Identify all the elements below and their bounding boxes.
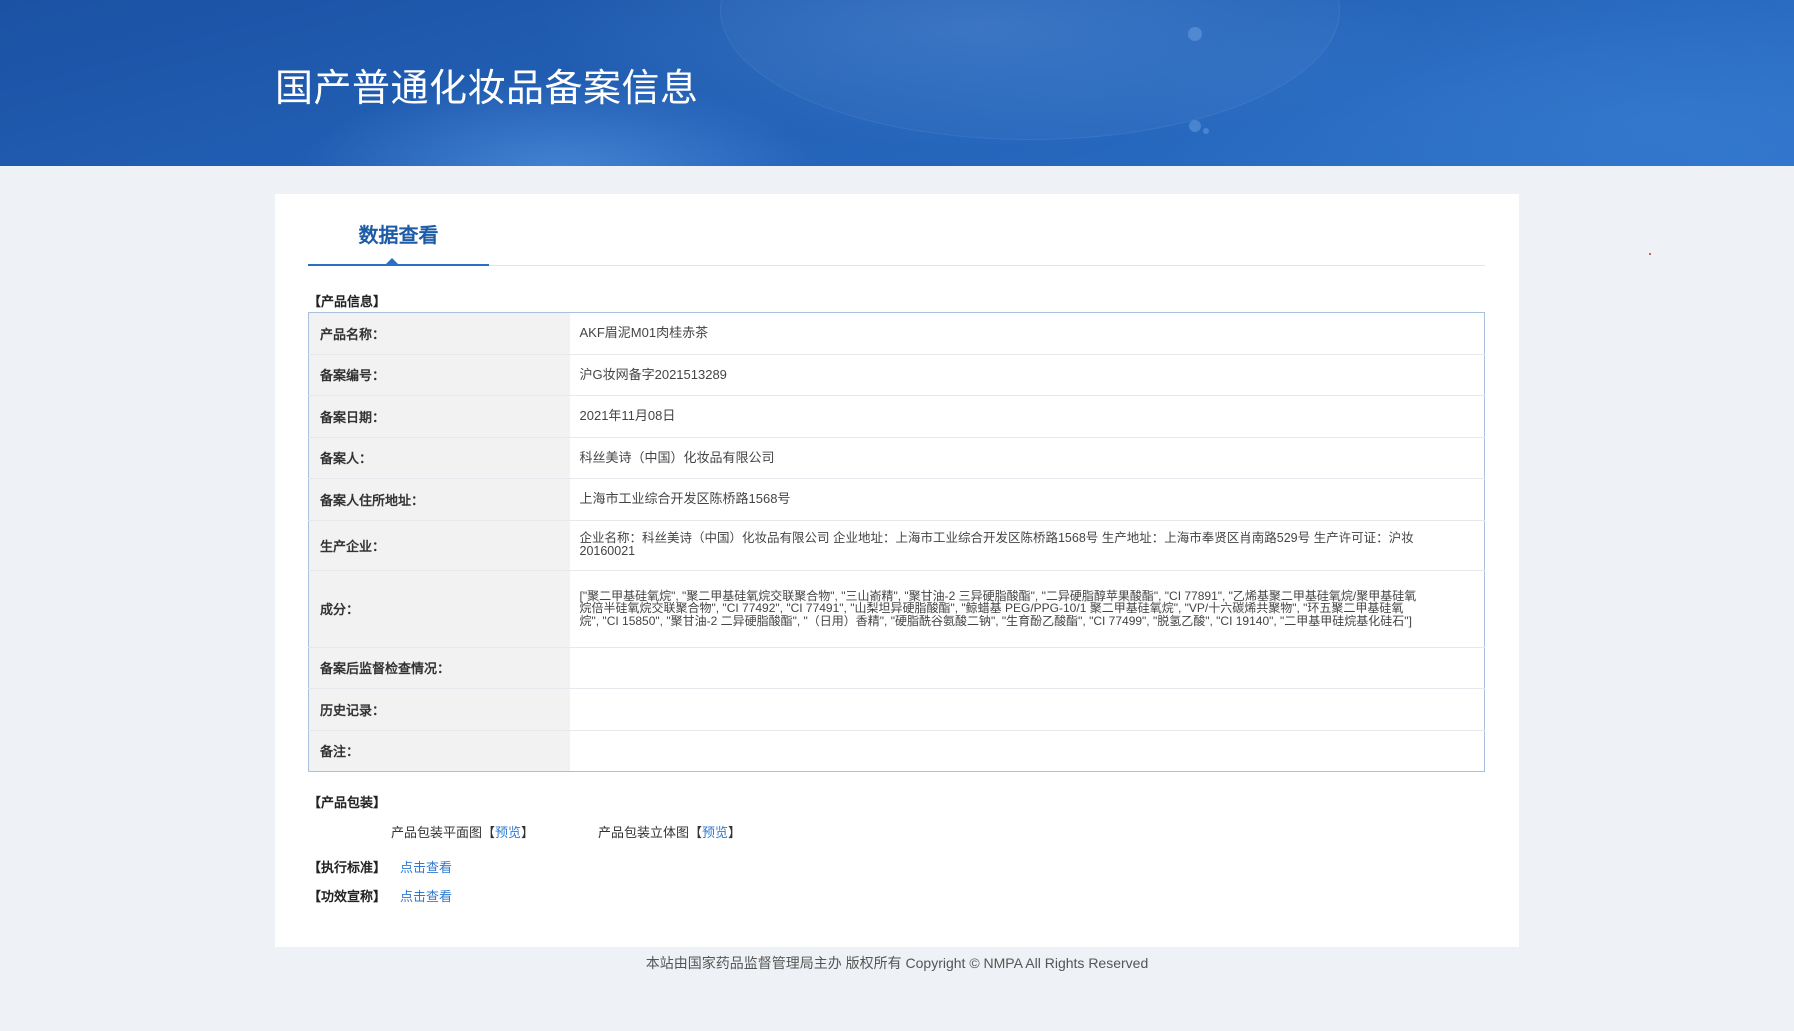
- preview-flat-image-link[interactable]: 预览: [495, 825, 521, 840]
- row-label: 成分：: [308, 570, 570, 648]
- bracket-open: 【: [482, 825, 496, 840]
- info-row-ingredients: 成分： ["聚二甲基硅氧烷", "聚二甲基硅氧烷交联聚合物", "三山嵛精", …: [308, 570, 1485, 648]
- row-label: 历史记录：: [308, 688, 570, 731]
- row-value: 2021年11月08日: [569, 395, 1485, 438]
- row-label: 生产企业：: [308, 520, 570, 571]
- package-item-label: 产品包装立体图: [598, 825, 690, 840]
- row-label: 备案后监督检查情况：: [308, 647, 570, 689]
- row-label: 产品名称：: [308, 312, 570, 355]
- tab-active-underline: [308, 264, 489, 266]
- row-label: 备案编号：: [308, 354, 570, 396]
- row-value: AKF眉泥M01肉桂赤茶: [569, 312, 1485, 355]
- row-value: ["聚二甲基硅氧烷", "聚二甲基硅氧烷交联聚合物", "三山嵛精", "聚甘油…: [569, 570, 1485, 648]
- row-value: [569, 647, 1485, 689]
- marker-dot: [1649, 253, 1651, 255]
- row-value: 企业名称：科丝美诗（中国）化妆品有限公司 企业地址：上海市工业综合开发区陈桥路1…: [569, 520, 1485, 571]
- tab-label: 数据查看: [358, 225, 439, 247]
- view-execution-standard-link[interactable]: 点击查看: [400, 860, 452, 876]
- view-efficacy-claim-link[interactable]: 点击查看: [400, 889, 452, 905]
- row-label: 备案日期：: [308, 395, 570, 438]
- content-card: 数据查看 【产品信息】 产品名称： AKF眉泥M01肉桂赤茶 备案编号： 沪G妆…: [275, 194, 1519, 947]
- bracket-open: 【: [689, 825, 703, 840]
- execution-standard-row: 【执行标准】 点击查看: [308, 860, 608, 876]
- row-value: 上海市工业综合开发区陈桥路1568号: [569, 478, 1485, 521]
- section-title-execution-standard: 【执行标准】: [308, 860, 387, 875]
- product-info-table: 产品名称： AKF眉泥M01肉桂赤茶 备案编号： 沪G妆网备字202151328…: [308, 312, 1485, 772]
- row-value: [570, 730, 1485, 772]
- header-banner: 国产普通化妆品备案信息: [0, 0, 1794, 166]
- package-flat-image-item: 产品包装平面图【预览】: [391, 825, 534, 841]
- page-title: 国产普通化妆品备案信息: [275, 68, 699, 110]
- banner-dot: [1188, 27, 1202, 41]
- section-title-product-info: 【产品信息】: [308, 294, 387, 309]
- row-value: [569, 688, 1485, 731]
- info-row-filing-number: 备案编号： 沪G妆网备字2021513289: [308, 354, 1485, 396]
- bracket-close: 】: [521, 825, 535, 840]
- info-row-manufacturer: 生产企业： 企业名称：科丝美诗（中国）化妆品有限公司 企业地址：上海市工业综合开…: [308, 520, 1485, 571]
- info-row-remarks: 备注：: [308, 730, 1485, 772]
- row-label: 备注：: [308, 730, 570, 772]
- info-row-filer: 备案人： 科丝美诗（中国）化妆品有限公司: [308, 437, 1485, 479]
- bracket-close: 】: [728, 825, 742, 840]
- row-value: 科丝美诗（中国）化妆品有限公司: [569, 437, 1485, 479]
- banner-dot: [1203, 128, 1209, 134]
- footer-copyright: 本站由国家药品监督管理局主办 版权所有 Copyright © NMPA All…: [645, 955, 1149, 971]
- preview-3d-image-link[interactable]: 预览: [702, 825, 728, 840]
- banner-decoration: [720, 0, 1340, 140]
- package-3d-image-item: 产品包装立体图【预览】: [598, 825, 741, 841]
- info-row-history: 历史记录：: [308, 688, 1485, 731]
- info-row-product-name: 产品名称： AKF眉泥M01肉桂赤茶: [308, 312, 1485, 355]
- section-title-packaging: 【产品包装】: [308, 795, 387, 810]
- row-label: 备案人住所地址：: [308, 478, 570, 521]
- package-item-label: 产品包装平面图: [391, 825, 483, 840]
- info-row-filing-date: 备案日期： 2021年11月08日: [308, 395, 1485, 438]
- banner-dot: [1189, 120, 1201, 132]
- row-label: 备案人：: [308, 437, 570, 479]
- efficacy-claim-row: 【功效宣称】 点击查看: [308, 889, 608, 905]
- info-row-filer-address: 备案人住所地址： 上海市工业综合开发区陈桥路1568号: [308, 478, 1485, 521]
- info-row-post-filing-inspection: 备案后监督检查情况：: [308, 647, 1485, 689]
- tab-active-indicator-icon: [386, 258, 398, 264]
- section-title-efficacy-claim: 【功效宣称】: [308, 889, 387, 904]
- tab-data-view[interactable]: 数据查看: [308, 218, 489, 264]
- row-value: 沪G妆网备字2021513289: [569, 354, 1485, 396]
